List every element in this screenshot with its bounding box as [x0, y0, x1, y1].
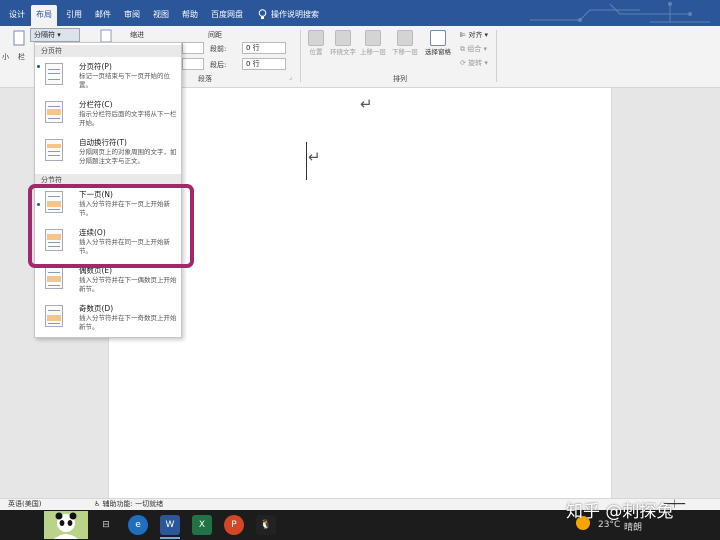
rotate-button[interactable]: ⟳ 旋转 ▾ [460, 58, 488, 68]
tab-mailings[interactable]: 邮件 [90, 5, 116, 26]
position-button[interactable]: 位置 [304, 30, 328, 56]
menu-item-even-page[interactable]: 偶数页(E) 插入分节符并在下一偶数页上开始新节。 [39, 265, 179, 299]
menu-item-desc: 插入分节符并在下一偶数页上开始新节。 [79, 276, 177, 293]
powerpoint-icon[interactable]: P [224, 515, 244, 535]
lightbulb-icon [258, 9, 267, 19]
bring-forward-button[interactable]: 上移一层 [358, 30, 388, 56]
group-button[interactable]: ⧉ 组合 ▾ [460, 44, 487, 54]
panda-mascot-icon [44, 511, 88, 539]
accessibility-status[interactable]: ♿ 辅助功能: 一切就绪 [94, 499, 163, 510]
document-page[interactable] [108, 88, 612, 498]
menu-item-title: 分栏符(C) [79, 100, 113, 109]
text-cursor [306, 142, 307, 180]
wrap-text-label: 环绕文字 [330, 48, 356, 56]
edge-icon[interactable]: e [128, 515, 148, 535]
annotation-highlight-box [28, 184, 194, 268]
space-before-value: 0 行 [246, 44, 260, 52]
position-icon [308, 30, 324, 46]
wrap-text-button[interactable]: 环绕文字 [330, 30, 356, 56]
bullet-icon [37, 65, 40, 68]
selection-pane-icon [430, 30, 446, 46]
tab-references[interactable]: 引用 [61, 5, 87, 26]
page-break-icon [45, 63, 63, 85]
send-backward-icon [397, 30, 413, 46]
qq-icon[interactable]: 🐧 [256, 515, 276, 535]
menu-item-column-break[interactable]: 分栏符(C) 指示分栏符后面的文字将从下一栏开始。 [39, 99, 179, 133]
circuit-decoration [530, 2, 710, 23]
accessibility-label: 辅助功能: 一切就绪 [102, 500, 164, 508]
language-status[interactable]: 英语(美国) [8, 499, 41, 510]
word-icon[interactable]: W [160, 515, 180, 535]
menu-item-desc: 分隔网页上的对象周围的文字，如分隔题注文字与正文。 [79, 148, 177, 165]
page-breaks-header: 分页符 [35, 45, 181, 57]
tell-me-label: 操作说明搜索 [271, 10, 319, 19]
paragraph-launcher-icon[interactable]: ⌟ [289, 74, 292, 81]
tab-baidu-netdisk[interactable]: 百度网盘 [206, 5, 248, 26]
selection-pane-button[interactable]: 选择窗格 [422, 30, 454, 56]
size-label: 小 [2, 53, 9, 61]
tab-view[interactable]: 视图 [148, 5, 174, 26]
paragraph-mark: ↵ [308, 148, 321, 166]
tab-help[interactable]: 帮助 [177, 5, 203, 26]
bring-forward-label: 上移一层 [360, 48, 386, 56]
indent-left-field[interactable] [182, 42, 204, 54]
menu-item-title: 自动换行符(T) [79, 138, 127, 147]
bring-forward-icon [365, 30, 381, 46]
paragraph-mark: ↵ [360, 95, 373, 113]
odd-page-icon [45, 305, 63, 327]
ribbon-tab-bar: 设计 布局 引用 邮件 审阅 视图 帮助 百度网盘 操作说明搜索 [0, 0, 720, 26]
space-before-field[interactable]: 0 行 [242, 42, 286, 54]
space-before-label: 段前: [210, 45, 227, 53]
breaks-button-label: 分隔符 [34, 31, 55, 39]
align-button[interactable]: ⊫ 对齐 ▾ [460, 30, 488, 40]
zhihu-watermark: 知乎 @刺探兔 [566, 502, 674, 522]
position-label: 位置 [309, 48, 323, 56]
space-after-label: 段后: [210, 61, 227, 69]
size-icon[interactable] [13, 30, 25, 46]
menu-item-title: 奇数页(D) [79, 304, 114, 313]
active-app-indicator [160, 537, 180, 539]
wrap-text-icon [335, 30, 351, 46]
text-wrapping-break-icon [45, 139, 63, 161]
tab-layout[interactable]: 布局 [31, 5, 57, 26]
group-label: 组合 [467, 45, 482, 53]
group-divider [496, 30, 497, 82]
indent-label: 缩进 [130, 31, 144, 39]
menu-item-page-break[interactable]: 分页符(P) 标记一页结束与下一页开始的位置。 [37, 61, 179, 95]
column-break-icon [45, 101, 63, 123]
tell-me-search[interactable]: 操作说明搜索 [258, 5, 319, 25]
arrange-group-label: 排列 [393, 75, 407, 83]
space-after-field[interactable]: 0 行 [242, 58, 286, 70]
menu-item-desc: 指示分栏符后面的文字将从下一栏开始。 [79, 110, 177, 127]
space-after-value: 0 行 [246, 60, 260, 68]
columns-label: 栏 [18, 53, 25, 61]
indent-right-field[interactable] [182, 58, 204, 70]
menu-item-desc: 标记一页结束与下一页开始的位置。 [79, 72, 170, 89]
chevron-down-icon: ▾ [57, 31, 61, 39]
spacing-label: 间距 [208, 31, 222, 39]
send-backward-label: 下移一层 [392, 48, 418, 56]
excel-icon[interactable]: X [192, 515, 212, 535]
paragraph-group-label: 段落 [198, 75, 212, 83]
selection-pane-label: 选择窗格 [425, 48, 451, 56]
menu-item-desc: 插入分节符并在下一奇数页上开始新节。 [79, 314, 177, 331]
watermark-page-icon[interactable] [100, 29, 112, 43]
even-page-icon [45, 267, 63, 289]
accessibility-icon: ♿ [94, 500, 103, 508]
align-label: 对齐 [468, 31, 483, 39]
group-divider [300, 30, 301, 82]
menu-item-title: 分页符(P) [79, 62, 112, 71]
menu-item-text-wrapping-break[interactable]: 自动换行符(T) 分隔网页上的对象周围的文字，如分隔题注文字与正文。 [39, 137, 179, 171]
menu-item-odd-page[interactable]: 奇数页(D) 插入分节符并在下一奇数页上开始新节。 [39, 303, 179, 337]
tab-design[interactable]: 设计 [4, 5, 30, 26]
breaks-button[interactable]: 分隔符 ▾ [30, 28, 80, 42]
rotate-label: 旋转 [468, 59, 483, 67]
rotate-icon: ⟳ [460, 59, 469, 67]
tab-review[interactable]: 审阅 [119, 5, 145, 26]
send-backward-button[interactable]: 下移一层 [390, 30, 420, 56]
task-view-icon[interactable]: ⊟ [96, 515, 116, 535]
